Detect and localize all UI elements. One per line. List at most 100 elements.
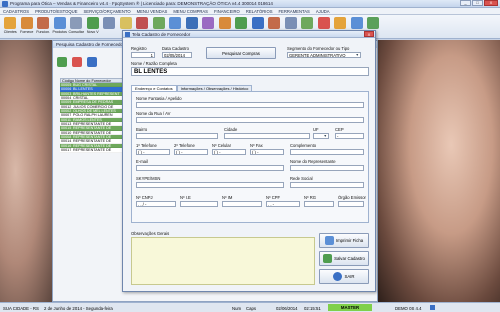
representante-label: Nome do Representante [290,159,336,164]
menu-produto-estoque[interactable]: PRODUTO/ESTOQUE [35,9,77,14]
dialog-icon [125,32,130,37]
status-cidade: SUA CIDADE - RS [3,306,39,311]
menu-ferramentas[interactable]: FERRAMENTAS [279,9,310,14]
tool-icon [350,17,363,29]
tool-icon [334,17,347,29]
rua-field[interactable] [136,117,364,123]
cpf-label: Nº CPF [266,195,281,200]
cnpj-field[interactable]: . . / - [136,201,176,207]
rg-field[interactable] [304,201,334,207]
row-name: EMPRESA DE PEDRAS [73,100,114,104]
tool-icon [235,17,248,29]
obs-textarea[interactable] [131,237,315,285]
col-nome[interactable]: Nome do Fornecedor [74,79,111,83]
tool-icon [103,17,116,29]
save-icon [323,254,333,263]
segmento-select[interactable]: GERENTE ADMINISTRATIVO [287,52,361,58]
menu-vendas[interactable]: MENU VENDAS [137,9,168,14]
row-code: 00007 [61,113,72,118]
emissor-field[interactable] [338,201,364,207]
row-code: 00005 [61,83,72,87]
tel2-field[interactable]: ( ) - [174,149,208,155]
row-code: 00016 [61,143,72,148]
app-title-bar: Programa para Ótica – Vendas & Financeir… [0,0,500,8]
cidade-field[interactable] [224,133,310,139]
sair-button[interactable]: SAIR [319,269,369,284]
menu-ajuda[interactable]: AJUDA [316,9,330,14]
table-row[interactable]: 00017 REPRESENTANTE DE [60,148,128,153]
menu-financeiro[interactable]: FINANCEIRO [214,9,240,14]
representante-field[interactable] [290,165,364,171]
menu-relatorios[interactable]: RELATÓRIOS [246,9,273,14]
imprimir-ficha-button[interactable]: Imprimir Ficha [319,233,369,248]
maximize-button[interactable]: □ [472,0,483,6]
delete-icon[interactable] [72,57,82,67]
row-code: 00013 [61,122,72,127]
cnpj-label: Nº CNPJ [136,195,153,200]
consult-icon [70,17,83,29]
toolbar-button-3[interactable]: Produtos [52,15,69,38]
cep-field[interactable]: - [335,133,364,139]
complemento-field[interactable] [290,149,364,155]
row-name: BRILHANTES REPRESENT [73,91,120,96]
nome-field[interactable]: BL LENTES [131,67,369,76]
status-num: Num [232,306,242,311]
minimize-button[interactable]: _ [460,0,471,6]
fantasia-field[interactable] [136,102,364,108]
products-icon [53,17,66,29]
menu-servico-orcamento[interactable]: SERVIÇO/ORÇAMENTO [84,9,131,14]
emissor-label: Órgão Emissor [338,195,366,200]
tool-icon [251,17,264,29]
toolbar-button-5[interactable]: Novo V [85,15,102,38]
edit-icon[interactable] [87,57,97,67]
bairro-field[interactable] [136,133,218,139]
row-name: REPRESENTANTE DE [73,143,112,148]
toolbar-label: Fornece [20,30,34,34]
refresh-icon[interactable] [57,57,67,67]
new-sale-icon [86,17,99,29]
fax-field[interactable]: ( ) - [250,149,284,155]
menu-cadastros[interactable]: CADASTROS [3,9,29,14]
celular-field[interactable]: ( ) - [212,149,246,155]
supplier-list: 00005 BUG CRISTAL 00006 BL LENTES 00003 BRILH… [60,83,128,153]
ie-field[interactable] [180,201,218,207]
row-code: 00010 [61,130,72,135]
tel1-field[interactable]: ( ) - [136,149,170,155]
status-bar: SUA CIDADE - RS 2 de Junho de 2014 - Seg… [0,302,500,312]
menu-compras[interactable]: MENU COMPRAS [173,9,208,14]
salvar-label: Salvar Cadastro [334,256,365,261]
cep-label: CEP [335,127,344,132]
ie-label: Nº I.E [180,195,191,200]
tool-icon [367,17,380,29]
toolbar-button-6[interactable] [101,15,118,38]
rg-label: Nº RG [304,195,316,200]
toolbar-button-0[interactable]: Clientes [2,15,19,38]
toolbar-button-1[interactable]: Fornece [19,15,36,38]
rede-social-field[interactable] [290,182,364,188]
dialog-close-button[interactable]: X [364,31,374,37]
status-demo: DEMO 0S 4.4 [395,306,422,311]
skype-field[interactable] [136,182,284,188]
obs-label: Observações Gerais [131,231,170,236]
tool-icon [169,17,182,29]
salvar-cadastro-button[interactable]: Salvar Cadastro [319,251,369,266]
email-field[interactable] [136,165,284,171]
cpf-field[interactable]: . . - [266,201,300,207]
col-codigo[interactable]: Código [61,79,74,83]
tool-icon [185,17,198,29]
status-data-extenso: 2 de Junho de 2014 - Segunda-feira [44,306,113,311]
toolbar-button-2[interactable]: Funcion. [35,15,52,38]
employees-icon [37,17,50,29]
registro-field[interactable]: 1 [131,52,155,58]
toolbar-label: Clientes [3,30,17,34]
im-field[interactable] [222,201,262,207]
app-title: Programa para Ótica – Vendas & Financeir… [10,1,273,6]
supplier-form-dialog: Tela Cadastro de Fornecedor X Registro 1… [122,30,376,292]
printer-icon [324,236,334,245]
data-cadastro-field[interactable]: 02/05/2014 [162,52,192,58]
pesquisar-compras-button[interactable]: Pesquisar Compras [206,47,276,59]
toolbar-button-4[interactable]: Consultar [68,15,85,38]
registro-label: Registro [131,46,147,51]
close-button[interactable]: X [484,0,498,6]
uf-select[interactable] [313,133,329,139]
